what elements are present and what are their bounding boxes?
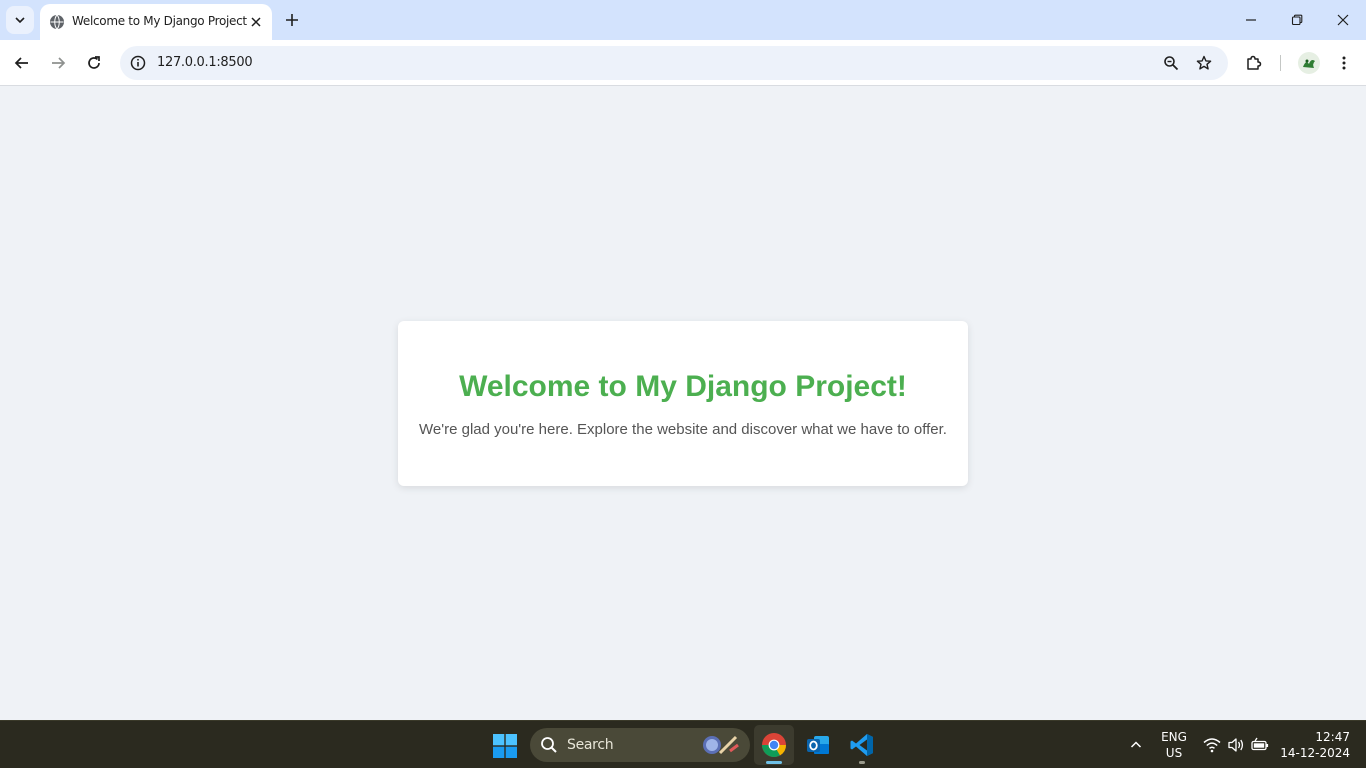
vscode-icon [850,734,873,756]
close-window-button[interactable] [1320,0,1366,40]
plus-icon [286,14,298,26]
clock-date: 14-12-2024 [1280,746,1350,760]
new-tab-button[interactable] [280,8,304,32]
zoom-icon [1164,56,1179,71]
show-hidden-icons-button[interactable] [1126,735,1146,755]
chevron-down-icon [15,17,25,24]
tab-title: Welcome to My Django Project [72,14,247,28]
search-icon [541,737,557,753]
clock-time: 12:47 [1315,730,1350,744]
system-clock[interactable]: 12:47 14-12-2024 [1280,729,1350,761]
windows-logo-icon [493,734,517,758]
volume-button[interactable] [1226,735,1246,755]
globe-icon [50,14,64,30]
more-vertical-icon [1342,56,1346,70]
tab-search-button[interactable] [6,6,34,34]
star-icon [1196,55,1212,70]
zoom-button[interactable] [1161,53,1181,73]
minimize-icon [1246,19,1256,21]
bookmark-button[interactable] [1194,53,1214,73]
tab-strip: Welcome to My Django Project [0,0,1366,40]
close-icon [1337,14,1349,26]
outlook-icon [807,736,829,754]
chrome-icon [762,733,786,758]
language-region: US [1165,746,1183,760]
page-viewport: Welcome to My Django Project! We're glad… [0,87,1366,720]
battery-button[interactable] [1250,735,1270,755]
menu-button[interactable] [1330,49,1358,77]
battery-icon [1251,737,1269,751]
wifi-button[interactable] [1202,735,1222,755]
welcome-message: We're glad you're here. Explore the webs… [419,421,947,438]
minimize-button[interactable] [1228,0,1274,40]
restore-button[interactable] [1274,0,1320,40]
restore-icon [1291,14,1303,26]
chevron-up-icon [1130,741,1142,748]
taskbar-outlook[interactable] [798,725,838,765]
reload-icon [88,56,100,69]
info-icon [130,55,146,71]
page-title: Welcome to My Django Project! [459,370,907,403]
reload-button[interactable] [80,49,108,77]
wifi-icon [1203,738,1221,753]
profile-avatar[interactable] [1298,52,1320,74]
extensions-button[interactable] [1240,49,1268,77]
taskbar-search[interactable]: Search [530,728,750,762]
browser-toolbar: 127.0.0.1:8500 [0,40,1366,86]
active-indicator [766,761,782,764]
taskbar-vscode[interactable] [842,725,882,765]
search-highlight-icon [703,735,739,755]
puzzle-icon [1247,55,1262,70]
language-indicator[interactable]: ENG US [1158,729,1190,761]
taskbar: Search ENG US 12:47 14-12-2024 [0,720,1366,768]
taskbar-search-label: Search [567,737,614,753]
language-code: ENG [1161,730,1187,744]
toolbar-divider [1280,55,1281,71]
browser-tab[interactable]: Welcome to My Django Project [40,4,272,40]
address-bar[interactable]: 127.0.0.1:8500 [120,46,1228,80]
back-button[interactable] [8,49,36,77]
tab-close-button[interactable] [246,12,266,32]
arrow-right-icon [52,57,66,69]
welcome-card: Welcome to My Django Project! We're glad… [398,321,968,486]
arrow-left-icon [14,57,28,69]
running-indicator [859,761,865,764]
site-info-button[interactable] [128,53,148,73]
profile-icon [1303,59,1315,68]
volume-icon [1228,738,1244,752]
forward-button[interactable] [44,49,72,77]
close-icon [251,17,261,27]
start-button[interactable] [490,731,520,761]
taskbar-chrome[interactable] [754,725,794,765]
url-text[interactable]: 127.0.0.1:8500 [157,55,253,70]
